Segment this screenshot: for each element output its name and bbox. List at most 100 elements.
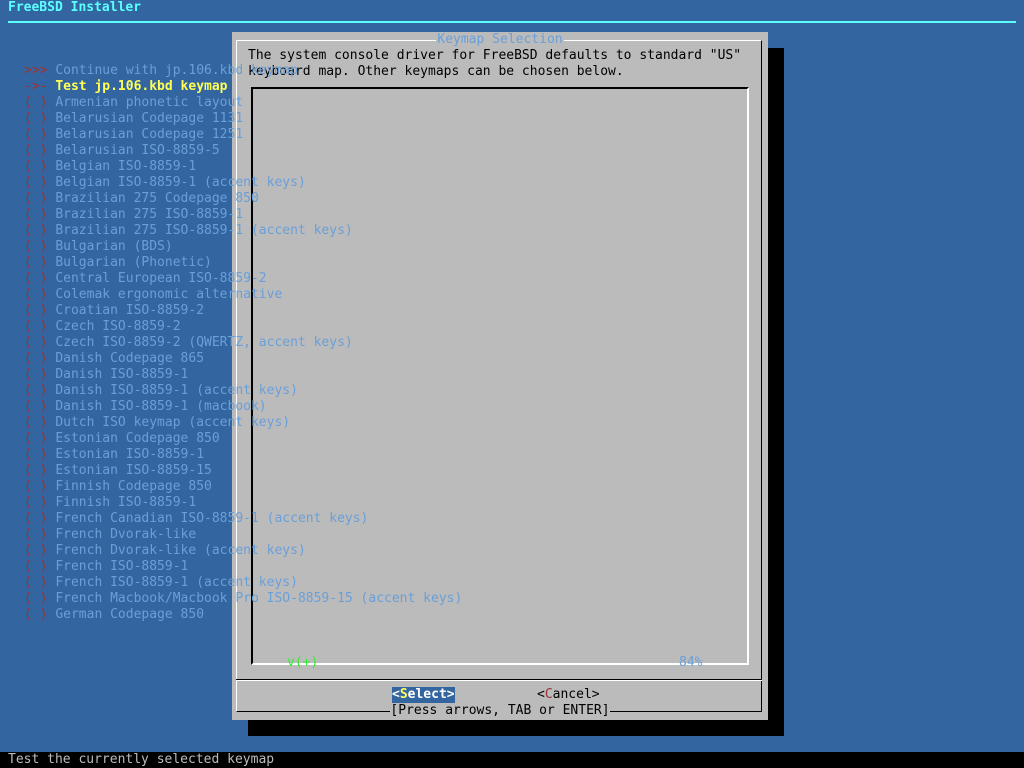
item-marker: ( ) <box>24 527 48 542</box>
item-label: Colemak ergonomic alternative <box>55 287 283 302</box>
item-label: French ISO-8859-1 (accent keys) <box>55 575 298 590</box>
item-label: Estonian ISO-8859-1 <box>55 447 205 462</box>
keymap-list-item[interactable]: ( ) Finnish ISO-8859-1 <box>24 495 514 511</box>
keymap-list-item[interactable]: ( ) Czech ISO-8859-2 <box>24 319 514 335</box>
item-label: Brazilian 275 ISO-8859-1 (accent keys) <box>55 223 353 238</box>
keymap-list-item[interactable]: ->- Test jp.106.kbd keymap <box>24 79 514 95</box>
item-label: Finnish Codepage 850 <box>55 479 212 494</box>
item-marker: ( ) <box>24 255 48 270</box>
keymap-list-item[interactable]: ( ) French Canadian ISO-8859-1 (accent k… <box>24 511 514 527</box>
keymap-list-item[interactable]: >>> Continue with jp.106.kbd keymap <box>24 63 514 79</box>
keymap-list-item[interactable]: ( ) Belgian ISO-8859-1 <box>24 159 514 175</box>
item-marker: ( ) <box>24 239 48 254</box>
keymap-list[interactable]: >>> Continue with jp.106.kbd keymap ->- T… <box>24 63 514 623</box>
keymap-list-item[interactable]: ( ) Dutch ISO keymap (accent keys) <box>24 415 514 431</box>
item-marker: ( ) <box>24 607 48 622</box>
keymap-list-item[interactable]: ( ) Estonian Codepage 850 <box>24 431 514 447</box>
item-label: Belgian ISO-8859-1 <box>55 159 197 174</box>
select-open: < <box>392 687 400 702</box>
keymap-list-item[interactable]: ( ) Danish ISO-8859-1 (macbook) <box>24 399 514 415</box>
status-text: Test the currently selected keymap <box>8 752 275 767</box>
item-label: Danish ISO-8859-1 (macbook) <box>55 399 267 414</box>
keymap-list-item[interactable]: ( ) Brazilian 275 ISO-8859-1 (accent key… <box>24 223 514 239</box>
item-marker: ( ) <box>24 479 48 494</box>
keymap-list-item[interactable]: ( ) French ISO-8859-1 (accent keys) <box>24 575 514 591</box>
item-label: Czech ISO-8859-2 (QWERTZ, accent keys) <box>55 335 353 350</box>
cancel-open: < <box>537 687 545 702</box>
item-label: Test jp.106.kbd keymap <box>55 79 228 94</box>
cancel-close: > <box>591 687 600 702</box>
item-marker: ( ) <box>24 511 48 526</box>
keymap-list-item[interactable]: ( ) Belarusian ISO-8859-5 <box>24 143 514 159</box>
key-hint: [Press arrows, TAB or ENTER] <box>232 703 768 719</box>
item-label: Belarusian Codepage 1131 <box>55 111 244 126</box>
keymap-list-item[interactable]: ( ) German Codepage 850 <box>24 607 514 623</box>
item-marker: ( ) <box>24 431 48 446</box>
dialog-title-text: Keymap Selection <box>436 32 564 47</box>
item-marker: ( ) <box>24 543 48 558</box>
item-label: Bulgarian (BDS) <box>55 239 173 254</box>
item-marker: ( ) <box>24 207 48 222</box>
keymap-list-item[interactable]: ( ) Czech ISO-8859-2 (QWERTZ, accent key… <box>24 335 514 351</box>
keymap-list-item[interactable]: ( ) Danish Codepage 865 <box>24 351 514 367</box>
item-marker: ( ) <box>24 143 48 158</box>
keymap-list-item[interactable]: ( ) French ISO-8859-1 <box>24 559 514 575</box>
item-label: Belgian ISO-8859-1 (accent keys) <box>55 175 306 190</box>
select-button[interactable]: <Select> <box>392 687 455 703</box>
scroll-down-indicator[interactable]: v(+) <box>287 655 318 671</box>
item-label: Continue with jp.106.kbd keymap <box>55 63 298 78</box>
item-label: Danish Codepage 865 <box>55 351 205 366</box>
item-label: Belarusian Codepage 1251 <box>55 127 244 142</box>
title-divider <box>8 21 1016 23</box>
keymap-list-item[interactable]: ( ) Belarusian Codepage 1131 <box>24 111 514 127</box>
item-label: French Canadian ISO-8859-1 (accent keys) <box>55 511 369 526</box>
item-marker: ( ) <box>24 335 48 350</box>
dialog-title: Keymap Selection <box>232 32 768 48</box>
item-marker: ( ) <box>24 319 48 334</box>
item-marker: ( ) <box>24 415 48 430</box>
item-marker: ->- <box>24 79 48 94</box>
keymap-list-item[interactable]: ( ) Croatian ISO-8859-2 <box>24 303 514 319</box>
item-label: French Dvorak-like (accent keys) <box>55 543 306 558</box>
item-label: Central European ISO-8859-2 <box>55 271 267 286</box>
keymap-list-item[interactable]: ( ) Bulgarian (BDS) <box>24 239 514 255</box>
item-label: Estonian ISO-8859-15 <box>55 463 212 478</box>
item-label: Danish ISO-8859-1 (accent keys) <box>55 383 298 398</box>
item-marker: ( ) <box>24 223 48 238</box>
cancel-button[interactable]: <Cancel> <box>537 687 600 703</box>
keymap-list-item[interactable]: ( ) Finnish Codepage 850 <box>24 479 514 495</box>
keymap-list-item[interactable]: ( ) Central European ISO-8859-2 <box>24 271 514 287</box>
item-marker: ( ) <box>24 367 48 382</box>
item-marker: ( ) <box>24 351 48 366</box>
keymap-list-item[interactable]: ( ) Danish ISO-8859-1 (accent keys) <box>24 383 514 399</box>
cancel-label: ancel <box>552 687 592 702</box>
keymap-list-item[interactable]: ( ) French Dvorak-like <box>24 527 514 543</box>
item-label: French Dvorak-like <box>55 527 197 542</box>
keymap-list-item[interactable]: ( ) Estonian ISO-8859-1 <box>24 447 514 463</box>
keymap-list-item[interactable]: ( ) Bulgarian (Phonetic) <box>24 255 514 271</box>
item-marker: ( ) <box>24 271 48 286</box>
item-marker: ( ) <box>24 575 48 590</box>
button-divider-highlight <box>236 680 762 681</box>
status-bar: Test the currently selected keymap <box>0 752 1024 768</box>
item-label: Brazilian 275 ISO-8859-1 <box>55 207 244 222</box>
keymap-list-item[interactable]: ( ) Danish ISO-8859-1 <box>24 367 514 383</box>
keymap-list-item[interactable]: ( ) Belgian ISO-8859-1 (accent keys) <box>24 175 514 191</box>
select-hotkey: S <box>399 687 408 702</box>
keymap-list-item[interactable]: ( ) French Macbook/Macbook Pro ISO-8859-… <box>24 591 514 607</box>
keymap-list-item[interactable]: ( ) Belarusian Codepage 1251 <box>24 127 514 143</box>
item-label: Brazilian 275 Codepage 850 <box>55 191 259 206</box>
item-marker: ( ) <box>24 303 48 318</box>
item-marker: ( ) <box>24 591 48 606</box>
item-marker: ( ) <box>24 495 48 510</box>
keymap-list-item[interactable]: ( ) French Dvorak-like (accent keys) <box>24 543 514 559</box>
keymap-list-item[interactable]: ( ) Armenian phonetic layout <box>24 95 514 111</box>
keymap-list-item[interactable]: ( ) Brazilian 275 Codepage 850 <box>24 191 514 207</box>
item-marker: ( ) <box>24 175 48 190</box>
keymap-list-item[interactable]: ( ) Colemak ergonomic alternative <box>24 287 514 303</box>
keymap-list-item[interactable]: ( ) Estonian ISO-8859-15 <box>24 463 514 479</box>
keymap-list-item[interactable]: ( ) Brazilian 275 ISO-8859-1 <box>24 207 514 223</box>
item-label: French ISO-8859-1 <box>55 559 189 574</box>
item-label: German Codepage 850 <box>55 607 205 622</box>
item-marker: ( ) <box>24 159 48 174</box>
